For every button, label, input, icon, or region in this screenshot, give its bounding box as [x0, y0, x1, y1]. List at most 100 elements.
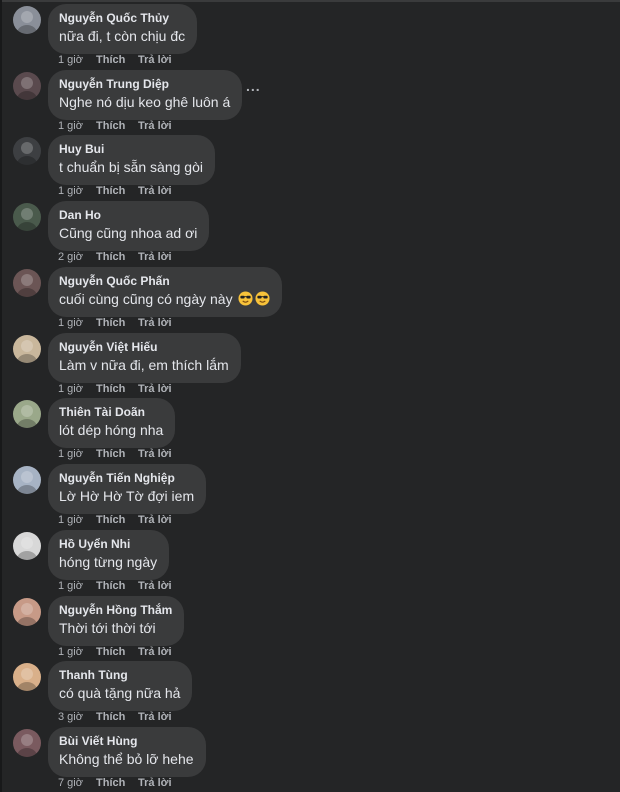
reply-button[interactable]: Trả lời — [138, 316, 172, 330]
comment-text-content: t chuẩn bị sẵn sàng gòi — [59, 159, 203, 175]
avatar[interactable] — [13, 663, 41, 691]
comment-timestamp[interactable]: 2 giờ — [58, 250, 96, 264]
comment-bubble: Huy Bui t chuẩn bị sẵn sàng gòi — [48, 135, 215, 185]
like-button[interactable]: Thích — [96, 579, 138, 593]
comment-bubble: Nguyễn Việt Hiếu Làm v nữa đi, em thích l… — [48, 333, 241, 383]
like-button[interactable]: Thích — [96, 119, 138, 133]
more-options-icon[interactable]: ... — [246, 78, 261, 94]
comment-text-content: Làm v nữa đi, em thích lắm — [59, 357, 229, 373]
comment-text: Thời tới thời tới — [59, 619, 172, 638]
comment-timestamp[interactable]: 1 giờ — [58, 184, 96, 198]
avatar[interactable] — [13, 72, 41, 100]
reply-button[interactable]: Trả lời — [138, 579, 172, 593]
comment-timestamp[interactable]: 1 giờ — [58, 382, 96, 396]
reply-button[interactable]: Trả lời — [138, 447, 172, 461]
like-button[interactable]: Thích — [96, 513, 138, 527]
comment-text-content: nữa đi, t còn chịu đc — [59, 28, 186, 44]
comment-text-content: lót dép hóng nha — [59, 422, 164, 438]
comment-actions: 1 giờ Thích Trả lời — [58, 645, 172, 659]
avatar[interactable] — [13, 729, 41, 757]
comment-timestamp[interactable]: 1 giờ — [58, 579, 96, 593]
comment-actions: 1 giờ Thích Trả lời — [58, 382, 172, 396]
avatar[interactable] — [13, 203, 41, 231]
like-button[interactable]: Thích — [96, 710, 138, 724]
comment-bubble: Hồ Uyển Nhi hóng từng ngày — [48, 530, 170, 580]
comment-item: Nguyễn Quốc Phấn cuối cùng cũng có ngày n… — [13, 267, 613, 333]
comment-author[interactable]: Hồ Uyển Nhi — [59, 537, 157, 552]
comment-timestamp[interactable]: 7 giờ — [58, 776, 96, 790]
avatar[interactable] — [13, 6, 41, 34]
comment-author[interactable]: Dan Ho — [59, 208, 197, 223]
comment-timestamp[interactable]: 1 giờ — [58, 316, 96, 330]
comment-text-content: Thời tới thời tới — [59, 620, 156, 636]
like-button[interactable]: Thích — [96, 776, 138, 790]
reply-button[interactable]: Trả lời — [138, 184, 172, 198]
comment-author[interactable]: Nguyễn Hồng Thắm — [59, 603, 172, 618]
comment-bubble: Nguyễn Quốc Thủy nữa đi, t còn chịu đc — [48, 4, 198, 54]
like-button[interactable]: Thích — [96, 53, 138, 67]
left-divider — [0, 0, 2, 792]
like-button[interactable]: Thích — [96, 184, 138, 198]
comment-author[interactable]: Huy Bui — [59, 142, 203, 157]
comment-author[interactable]: Nguyễn Trung Diệp — [59, 77, 230, 92]
like-button[interactable]: Thích — [96, 250, 138, 264]
comment-author[interactable]: Nguyễn Quốc Thủy — [59, 11, 185, 26]
comment-actions: 1 giờ Thích Trả lời — [58, 316, 172, 330]
comment-actions: 7 giờ Thích Trả lời — [58, 776, 172, 790]
reply-button[interactable]: Trả lời — [138, 119, 172, 133]
comment-author[interactable]: Nguyễn Quốc Phấn — [59, 274, 270, 289]
reply-button[interactable]: Trả lời — [138, 513, 172, 527]
reply-button[interactable]: Trả lời — [138, 776, 172, 790]
comment-actions: 1 giờ Thích Trả lời — [58, 119, 172, 133]
comment-item: Nguyễn Việt Hiếu Làm v nữa đi, em thích l… — [13, 333, 613, 399]
reply-button[interactable]: Trả lời — [138, 710, 172, 724]
comment-author[interactable]: Nguyễn Tiến Nghiệp — [59, 471, 194, 486]
comment-author[interactable]: Thiên Tài Doãn — [59, 405, 163, 420]
comment-text-content: Lờ Hờ Hờ Tờ đợi iem — [59, 488, 195, 504]
comment-bubble: Nguyễn Hồng Thắm Thời tới thời tới — [48, 596, 185, 646]
comment-bubble: Dan Ho Cũng cũng nhoa ad ơi — [48, 201, 210, 251]
comment-author[interactable]: Nguyễn Việt Hiếu — [59, 340, 229, 355]
comment-author[interactable]: Thanh Tùng — [59, 668, 180, 683]
comment-text: nữa đi, t còn chịu đc — [59, 27, 185, 46]
like-button[interactable]: Thích — [96, 447, 138, 461]
comment-bubble: Nguyễn Quốc Phấn cuối cùng cũng có ngày n… — [48, 267, 283, 317]
like-button[interactable]: Thích — [96, 316, 138, 330]
comment-timestamp[interactable]: 3 giờ — [58, 710, 96, 724]
reply-button[interactable]: Trả lời — [138, 382, 172, 396]
avatar[interactable] — [13, 532, 41, 560]
comment-timestamp[interactable]: 1 giờ — [58, 513, 96, 527]
comment-text-content: có quà tặng nữa hả — [59, 685, 181, 701]
comment-timestamp[interactable]: 1 giờ — [58, 447, 96, 461]
comment-bubble: Bùi Viết Hùng Không thể bỏ lỡ hehe — [48, 727, 206, 777]
avatar[interactable] — [13, 598, 41, 626]
comment-item: Thiên Tài Doãn lót dép hóng nha 1 giờ Thích… — [13, 398, 613, 464]
comment-timestamp[interactable]: 1 giờ — [58, 53, 96, 67]
avatar[interactable] — [13, 466, 41, 494]
comments-panel: Nguyễn Quốc Thủy nữa đi, t còn chịu đc 1 g… — [0, 0, 620, 792]
comment-item: Dan Ho Cũng cũng nhoa ad ơi 2 giờ Thích Trả … — [13, 201, 613, 267]
avatar[interactable] — [13, 335, 41, 363]
like-button[interactable]: Thích — [96, 645, 138, 659]
comment-item: Hồ Uyển Nhi hóng từng ngày 1 giờ Thích Trả l… — [13, 530, 613, 596]
avatar[interactable] — [13, 269, 41, 297]
avatar[interactable] — [13, 137, 41, 165]
comment-author[interactable]: Bùi Viết Hùng — [59, 734, 194, 749]
comment-item: Nguyễn Tiến Nghiệp Lờ Hờ Hờ Tờ đợi iem 1 g… — [13, 464, 613, 530]
comment-timestamp[interactable]: 1 giờ — [58, 645, 96, 659]
comment-text: hóng từng ngày — [59, 553, 157, 572]
comment-timestamp[interactable]: 1 giờ — [58, 119, 96, 133]
comment-text: Làm v nữa đi, em thích lắm — [59, 356, 229, 375]
reply-button[interactable]: Trả lời — [138, 645, 172, 659]
comment-bubble: Nguyễn Tiến Nghiệp Lờ Hờ Hờ Tờ đợi iem — [48, 464, 207, 514]
like-button[interactable]: Thích — [96, 382, 138, 396]
comment-actions: 1 giờ Thích Trả lời — [58, 53, 172, 67]
comment-text: cuối cùng cũng có ngày này — [59, 290, 270, 309]
sunglasses-emoji-icon — [238, 291, 253, 306]
reply-button[interactable]: Trả lời — [138, 250, 172, 264]
comment-text: Không thể bỏ lỡ hehe — [59, 750, 194, 769]
avatar[interactable] — [13, 400, 41, 428]
comment-item: Thanh Tùng có quà tặng nữa hả 3 giờ Thích Tr… — [13, 661, 613, 727]
sunglasses-emoji-icon — [255, 291, 270, 306]
reply-button[interactable]: Trả lời — [138, 53, 172, 67]
